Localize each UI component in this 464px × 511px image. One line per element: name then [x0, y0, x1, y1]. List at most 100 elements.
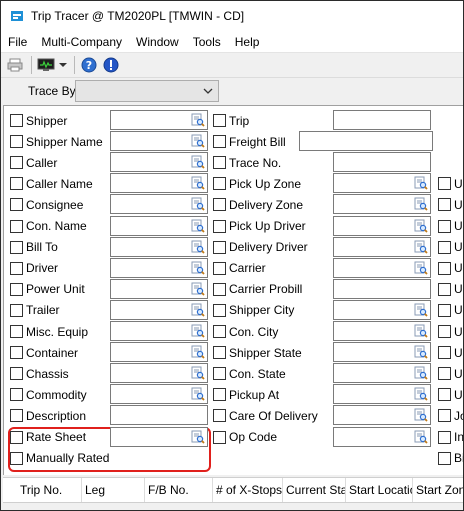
lookup-icon[interactable] — [414, 408, 428, 425]
freight-bill-checkbox[interactable] — [213, 135, 226, 149]
col3-checkbox[interactable] — [438, 346, 451, 360]
menu-window[interactable]: Window — [129, 35, 186, 49]
shipper-input[interactable] — [110, 110, 208, 130]
menu-help[interactable]: Help — [228, 35, 267, 49]
lookup-icon[interactable] — [414, 387, 428, 404]
driver-checkbox[interactable] — [10, 261, 23, 275]
col3-checkbox[interactable] — [438, 325, 451, 338]
freight-bill-input[interactable] — [299, 131, 433, 152]
column-header-f-b-no[interactable]: F/B No. — [145, 478, 213, 502]
col3-checkbox[interactable] — [438, 409, 451, 423]
container-checkbox[interactable] — [10, 346, 23, 360]
chassis-checkbox[interactable] — [10, 367, 23, 381]
lookup-icon[interactable] — [414, 430, 428, 447]
misc-equip-input[interactable] — [110, 321, 208, 341]
carrier-input[interactable] — [333, 257, 431, 278]
shipper-state-checkbox[interactable] — [213, 346, 226, 360]
power-unit-input[interactable] — [110, 278, 208, 299]
lookup-icon[interactable] — [191, 282, 205, 299]
bill-to-input[interactable] — [110, 236, 208, 257]
shipper-name-checkbox[interactable] — [10, 135, 23, 149]
shipper-city-checkbox[interactable] — [213, 303, 226, 317]
col3-checkbox[interactable] — [438, 303, 451, 317]
info-icon[interactable] — [101, 55, 121, 75]
lookup-icon[interactable] — [414, 219, 428, 236]
con-city-checkbox[interactable] — [213, 325, 226, 338]
column-header-trip-no[interactable]: Trip No. — [17, 478, 82, 502]
menu-tools[interactable]: Tools — [186, 35, 228, 49]
description-input[interactable] — [110, 405, 208, 426]
column-header-of-x-stops[interactable]: # of X-Stops — [213, 478, 283, 502]
help-icon[interactable]: ? — [79, 55, 99, 75]
col3-checkbox[interactable] — [438, 451, 451, 465]
trace-no-input[interactable] — [333, 152, 431, 173]
lookup-icon[interactable] — [191, 155, 205, 172]
pick-up-zone-input[interactable] — [333, 173, 431, 194]
consignee-input[interactable] — [110, 194, 208, 215]
shipper-city-input[interactable] — [333, 299, 431, 320]
col3-checkbox[interactable] — [438, 177, 451, 191]
pick-up-driver-input[interactable] — [333, 215, 431, 236]
lookup-icon[interactable] — [414, 366, 428, 383]
col3-checkbox[interactable] — [438, 198, 451, 212]
lookup-icon[interactable] — [191, 430, 205, 447]
lookup-icon[interactable] — [191, 261, 205, 278]
rate-sheet-checkbox[interactable] — [10, 430, 23, 444]
description-checkbox[interactable] — [10, 409, 23, 423]
lookup-icon[interactable] — [191, 303, 205, 320]
delivery-driver-input[interactable] — [333, 236, 431, 257]
lookup-icon[interactable] — [414, 345, 428, 362]
trailer-checkbox[interactable] — [10, 303, 23, 317]
pickup-at-checkbox[interactable] — [213, 388, 226, 402]
lookup-icon[interactable] — [414, 197, 428, 214]
pick-up-driver-checkbox[interactable] — [213, 219, 226, 233]
carrier-probill-input[interactable] — [333, 278, 431, 299]
lookup-icon[interactable] — [191, 345, 205, 362]
caller-name-checkbox[interactable] — [10, 177, 23, 191]
con-city-input[interactable] — [333, 321, 431, 341]
lookup-icon[interactable] — [414, 303, 428, 320]
shipper-name-input[interactable] — [110, 131, 208, 152]
monitor-icon[interactable] — [36, 55, 56, 75]
trailer-input[interactable] — [110, 299, 208, 320]
column-header-current-status[interactable]: Current Status — [283, 478, 346, 502]
lookup-icon[interactable] — [191, 366, 205, 383]
op-code-checkbox[interactable] — [213, 430, 226, 444]
col3-checkbox[interactable] — [438, 282, 451, 296]
manually-rated-checkbox[interactable] — [10, 451, 23, 465]
lookup-icon[interactable] — [191, 134, 205, 151]
column-header-start-zone[interactable]: Start Zone — [413, 478, 463, 502]
care-of-delivery-checkbox[interactable] — [213, 409, 226, 423]
carrier-probill-checkbox[interactable] — [213, 282, 226, 296]
carrier-checkbox[interactable] — [213, 261, 226, 275]
col3-checkbox[interactable] — [438, 388, 451, 402]
lookup-icon[interactable] — [414, 176, 428, 193]
caller-input[interactable] — [110, 152, 208, 173]
lookup-icon[interactable] — [191, 219, 205, 236]
caller-name-input[interactable] — [110, 173, 208, 194]
driver-input[interactable] — [110, 257, 208, 278]
lookup-icon[interactable] — [191, 324, 205, 341]
col3-checkbox[interactable] — [438, 430, 451, 444]
lookup-icon[interactable] — [191, 176, 205, 193]
con-state-input[interactable] — [333, 363, 431, 384]
dropdown-arrow-icon[interactable] — [58, 55, 68, 75]
power-unit-checkbox[interactable] — [10, 282, 23, 296]
col3-checkbox[interactable] — [438, 367, 451, 381]
chassis-input[interactable] — [110, 363, 208, 384]
pick-up-zone-checkbox[interactable] — [213, 177, 226, 191]
shipper-checkbox[interactable] — [10, 114, 23, 127]
caller-checkbox[interactable] — [10, 156, 23, 170]
lookup-icon[interactable] — [414, 240, 428, 257]
column-header-leg[interactable]: Leg — [82, 478, 145, 502]
delivery-driver-checkbox[interactable] — [213, 240, 226, 254]
rate-sheet-input[interactable] — [110, 426, 208, 447]
pickup-at-input[interactable] — [333, 384, 431, 405]
con-name-input[interactable] — [110, 215, 208, 236]
shipper-state-input[interactable] — [333, 342, 431, 363]
lookup-icon[interactable] — [191, 387, 205, 404]
commodity-checkbox[interactable] — [10, 388, 23, 402]
menu-file[interactable]: File — [1, 35, 34, 49]
commodity-input[interactable] — [110, 384, 208, 405]
menu-multi-company[interactable]: Multi-Company — [34, 35, 129, 49]
